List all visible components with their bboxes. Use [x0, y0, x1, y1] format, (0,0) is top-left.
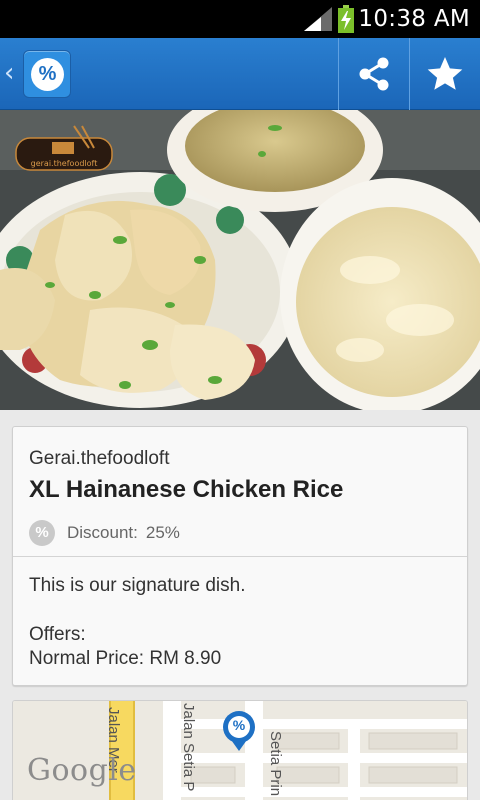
- discount-value: 25%: [145, 523, 180, 542]
- map-pin-icon[interactable]: %: [230, 717, 248, 733]
- favorite-button[interactable]: [409, 38, 479, 110]
- shop-logo: gerai.thefoodloft: [15, 125, 113, 171]
- battery-icon: [338, 5, 354, 33]
- percent-icon: %: [29, 520, 55, 546]
- discount-label: Discount:: [67, 523, 138, 542]
- offers-label: Offers:: [29, 624, 86, 645]
- road-label: Jalan Setia P: [180, 703, 197, 792]
- action-bar: ‹ %: [0, 38, 480, 110]
- google-attribution: Google: [27, 753, 137, 788]
- dish-photo: gerai.thefoodloft: [0, 110, 480, 410]
- location-map[interactable]: % Jalan Mer Jalan Setia P Setia Prin Goo…: [12, 700, 468, 800]
- app-logo-button[interactable]: %: [23, 50, 71, 98]
- signal-icon: [304, 7, 332, 31]
- deal-card: Gerai.thefoodloft XL Hainanese Chicken R…: [12, 426, 468, 686]
- star-icon: [427, 57, 462, 90]
- discount-row: % Discount: 25%: [29, 520, 180, 546]
- share-button[interactable]: [338, 38, 408, 110]
- clock: 10:38 AM: [358, 6, 470, 32]
- percent-icon: %: [31, 58, 64, 91]
- divider: [13, 556, 467, 557]
- road-label: Setia Prin: [267, 731, 284, 797]
- status-bar: 10:38 AM: [0, 0, 480, 38]
- share-icon: [359, 57, 388, 91]
- back-chevron-icon[interactable]: ‹: [4, 58, 14, 88]
- vendor-name[interactable]: Gerai.thefoodloft: [29, 448, 169, 470]
- deal-description: This is our signature dish.: [29, 575, 246, 596]
- shop-logo-text: gerai.thefoodloft: [31, 159, 98, 168]
- normal-price: Normal Price: RM 8.90: [29, 648, 222, 669]
- deal-title: XL Hainanese Chicken Rice: [29, 476, 344, 503]
